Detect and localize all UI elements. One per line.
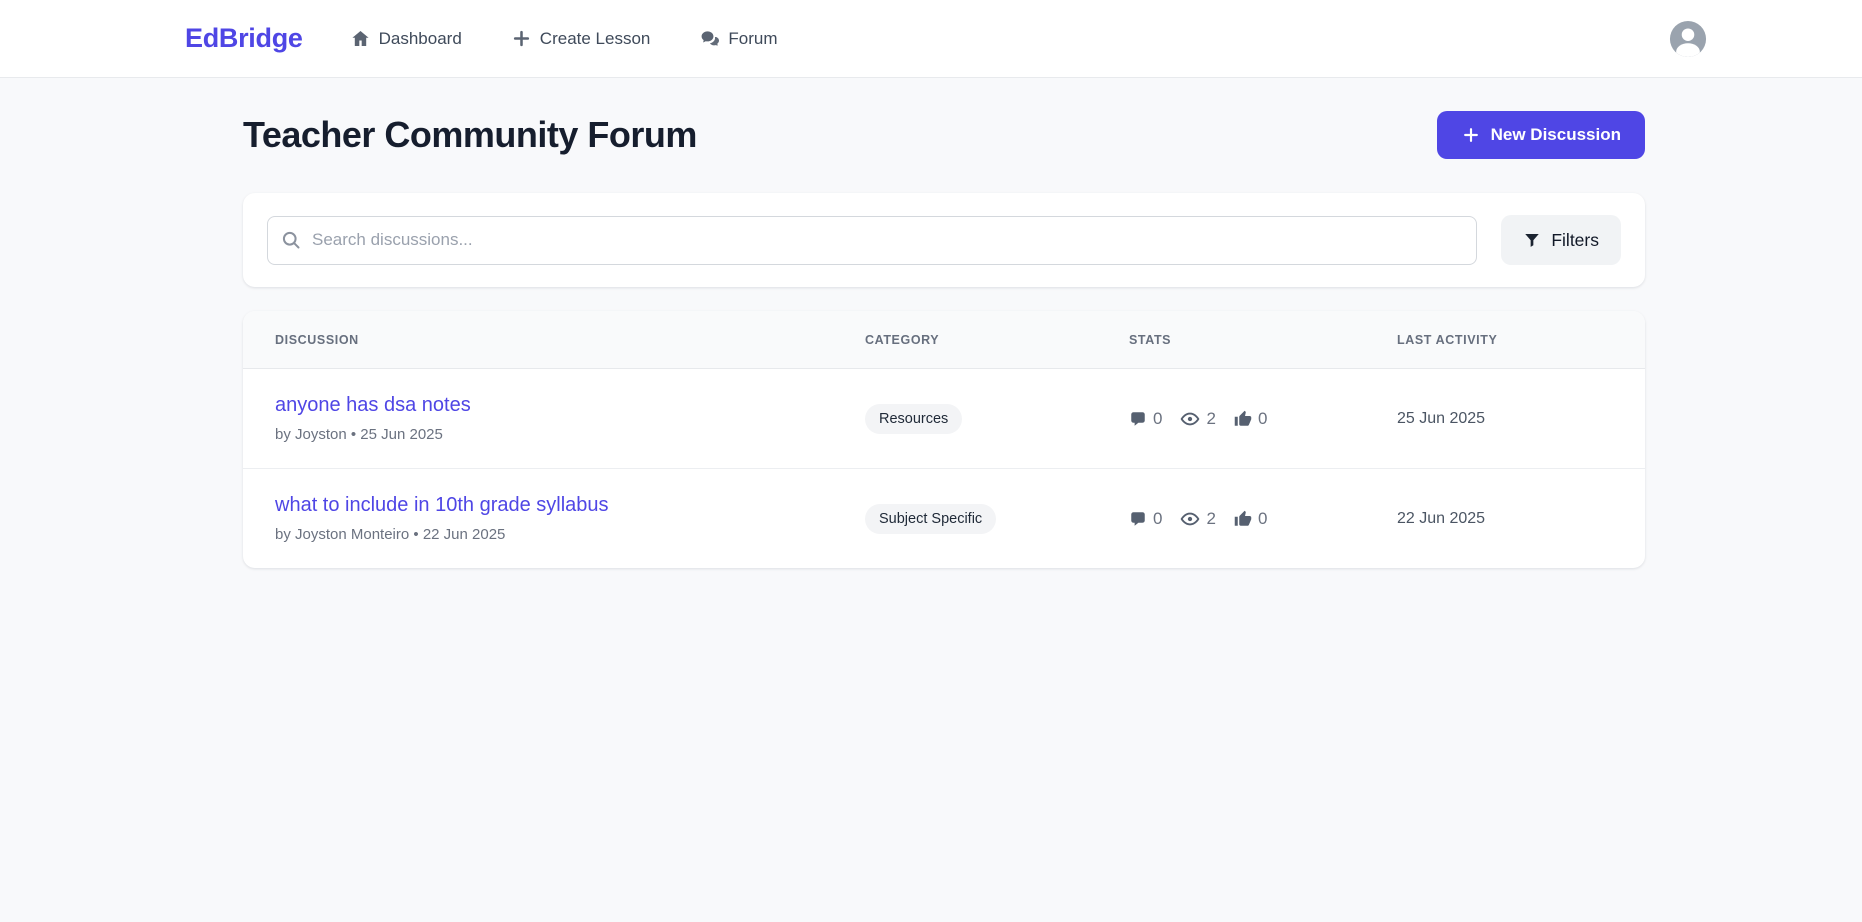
discussion-title-link[interactable]: anyone has dsa notes: [275, 394, 471, 417]
stats-cell: 0 2 0: [1129, 409, 1397, 429]
discussion-cell: what to include in 10th grade syllabus b…: [275, 494, 865, 543]
category-badge: Resources: [865, 403, 963, 434]
comments-stat: 0: [1129, 409, 1162, 429]
user-icon: [1669, 20, 1707, 57]
discussion-cell: anyone has dsa notes by Joyston • 25 Jun…: [275, 394, 865, 443]
eye-icon: [1180, 409, 1200, 429]
new-discussion-button[interactable]: New Discussion: [1436, 111, 1645, 159]
nav-item-dashboard[interactable]: Dashboard: [351, 29, 462, 49]
last-activity-cell: 22 Jun 2025: [1397, 509, 1486, 527]
comments-count: 0: [1153, 508, 1163, 528]
home-icon: [351, 29, 370, 48]
likes-stat: 0: [1234, 409, 1267, 429]
nav-item-label: Create Lesson: [539, 28, 651, 48]
search-input[interactable]: [267, 215, 1478, 265]
search-bar-card: Filters: [243, 193, 1645, 287]
filters-label: Filters: [1551, 229, 1599, 250]
discussion-byline: by Joyston • 25 Jun 2025: [275, 426, 443, 443]
views-count: 2: [1206, 408, 1216, 428]
last-activity-cell: 25 Jun 2025: [1397, 409, 1486, 427]
category-cell: Resources: [865, 403, 1129, 434]
comments-count: 0: [1153, 408, 1163, 428]
comments-stat: 0: [1129, 509, 1162, 529]
views-stat: 2: [1180, 408, 1216, 429]
stats-cell: 0 2 0: [1129, 509, 1397, 529]
likes-stat: 0: [1234, 509, 1267, 529]
likes-count: 0: [1257, 408, 1268, 428]
nav-item-label: Forum: [728, 28, 778, 48]
comment-icon: [1129, 510, 1147, 528]
comment-icon: [1129, 410, 1147, 428]
filter-funnel-icon: [1523, 231, 1541, 249]
column-header-category: CATEGORY: [865, 332, 940, 347]
new-discussion-label: New Discussion: [1490, 125, 1621, 144]
main-nav: Dashboard Create Lesson Forum: [351, 29, 778, 49]
nav-item-label: Dashboard: [378, 28, 462, 48]
discussion-byline: by Joyston Monteiro • 22 Jun 2025: [275, 526, 506, 543]
column-header-last-activity: LAST ACTIVITY: [1397, 332, 1498, 347]
views-stat: 2: [1180, 508, 1216, 529]
filters-button[interactable]: Filters: [1501, 215, 1621, 265]
thumbs-up-icon: [1234, 410, 1252, 428]
discussions-table: DISCUSSION CATEGORY STATS LAST ACTIVITY …: [243, 311, 1645, 568]
page-title: Teacher Community Forum: [243, 114, 697, 155]
nav-item-create-lesson[interactable]: Create Lesson: [512, 28, 651, 49]
plus-icon: [512, 29, 531, 48]
search-icon: [281, 230, 301, 250]
table-header-row: DISCUSSION CATEGORY STATS LAST ACTIVITY: [243, 311, 1645, 369]
discussion-title-link[interactable]: what to include in 10th grade syllabus: [275, 494, 609, 517]
main-content: Teacher Community Forum New Discussion F…: [243, 78, 1645, 568]
eye-icon: [1180, 509, 1200, 529]
thumbs-up-icon: [1234, 510, 1252, 528]
top-navbar: EdBridge Dashboard Create Lesson Forum: [0, 0, 1862, 78]
column-header-discussion: DISCUSSION: [275, 332, 359, 347]
likes-count: 0: [1257, 508, 1268, 528]
user-avatar[interactable]: [1669, 20, 1707, 58]
nav-item-forum[interactable]: Forum: [700, 28, 778, 49]
views-count: 2: [1206, 508, 1216, 528]
category-badge: Subject Specific: [865, 503, 997, 534]
table-row: anyone has dsa notes by Joyston • 25 Jun…: [243, 369, 1645, 468]
brand-logo[interactable]: EdBridge: [185, 23, 303, 54]
table-row: what to include in 10th grade syllabus b…: [243, 468, 1645, 568]
category-cell: Subject Specific: [865, 503, 1129, 534]
plus-icon: [1461, 125, 1481, 145]
chat-bubbles-icon: [700, 29, 720, 48]
column-header-stats: STATS: [1129, 332, 1172, 347]
